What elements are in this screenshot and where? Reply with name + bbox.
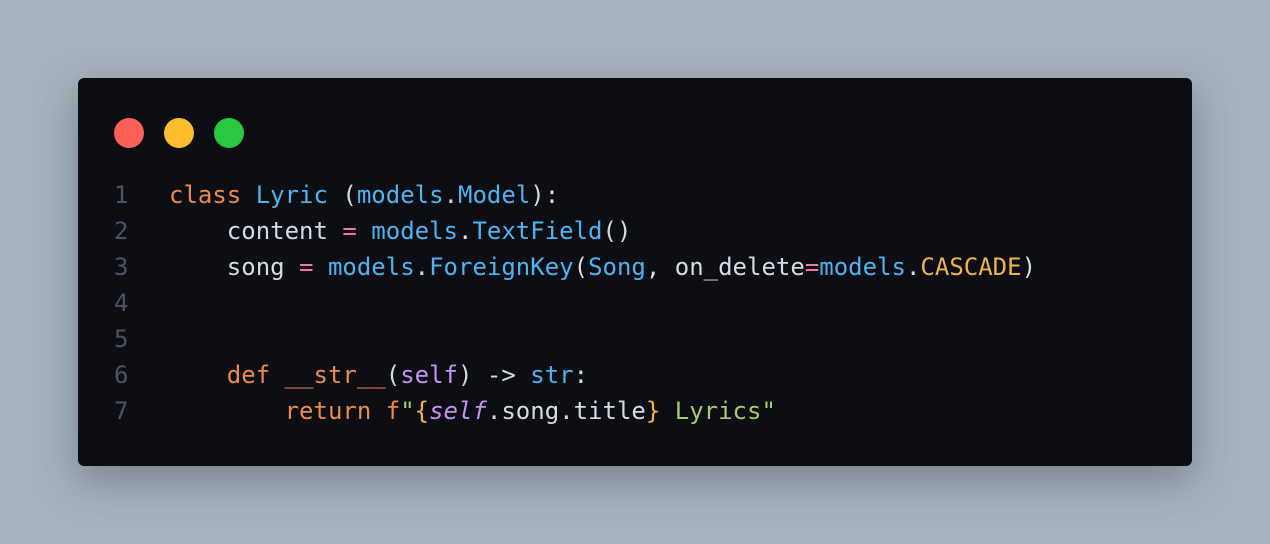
code-token: class (169, 181, 242, 209)
code-token: return (284, 397, 372, 425)
line-number: 3 (114, 253, 129, 281)
line-number: 2 (114, 217, 129, 245)
code-token: = (804, 253, 820, 281)
code-token: content (169, 217, 343, 245)
code-text: song = models.ForeignKey(Song, on_delete… (169, 249, 1036, 285)
code-token: .song.title (486, 397, 646, 425)
code-token: Lyric (255, 181, 328, 209)
code-token: ): (530, 181, 560, 209)
code-token: self (429, 397, 487, 425)
code-line: 1 class Lyric (models.Model): (78, 177, 1192, 213)
code-token: . (443, 181, 459, 209)
code-token: = (342, 217, 357, 245)
code-token: Song (588, 253, 646, 281)
code-token: ( (573, 253, 589, 281)
line-number: 5 (114, 325, 129, 353)
code-token: song (169, 253, 300, 281)
code-token: self (400, 361, 458, 389)
code-text: return f"{self.song.title} Lyrics" (169, 393, 776, 429)
code-token: models (327, 253, 415, 281)
code-window: 1 class Lyric (models.Model): 2 content = … (78, 78, 1192, 466)
code-token: () (602, 217, 632, 245)
code-token: { (414, 397, 430, 425)
code-token: ( (327, 181, 357, 209)
code-block: 1 class Lyric (models.Model): 2 content = … (78, 177, 1192, 429)
code-token: def (226, 361, 271, 389)
window-controls (114, 118, 244, 148)
code-token: Lyrics" (660, 397, 776, 425)
close-dot-icon[interactable] (114, 118, 144, 148)
code-line: 6 def __str__(self) -> str: (78, 357, 1192, 393)
code-token: TextField (472, 217, 603, 245)
code-token: } (645, 397, 661, 425)
code-line: 7 return f"{self.song.title} Lyrics" (78, 393, 1192, 429)
code-token: ( (385, 361, 401, 389)
line-number: 7 (114, 397, 129, 425)
code-token: str (530, 361, 574, 389)
code-text: content = models.TextField() (169, 213, 632, 249)
line-number: 4 (114, 289, 129, 317)
code-token: __str__ (270, 361, 386, 389)
code-token: models (356, 181, 444, 209)
code-token: : (573, 361, 589, 389)
minimize-dot-icon[interactable] (164, 118, 194, 148)
code-token: = (299, 253, 314, 281)
code-token: . (458, 217, 473, 245)
code-token: . (414, 253, 430, 281)
code-token: , on_delete (645, 253, 805, 281)
line-number: 6 (114, 361, 129, 389)
code-text: class Lyric (models.Model): (169, 177, 559, 213)
code-line: 2 content = models.TextField() (78, 213, 1192, 249)
code-token: " (400, 397, 415, 425)
code-token: models (371, 217, 458, 245)
code-token: ) (1021, 253, 1037, 281)
code-token: ForeignKey (429, 253, 574, 281)
code-line: 5 (78, 321, 1192, 357)
code-token: f (385, 397, 401, 425)
code-line: 4 (78, 285, 1192, 321)
line-number: 1 (114, 181, 129, 209)
code-token: . (905, 253, 921, 281)
code-token: CASCADE (920, 253, 1022, 281)
code-token: models (819, 253, 906, 281)
code-line: 3 song = models.ForeignKey(Song, on_dele… (78, 249, 1192, 285)
code-token: Model (458, 181, 531, 209)
code-token: ) -> (458, 361, 531, 389)
code-text: def __str__(self) -> str: (169, 357, 588, 393)
maximize-dot-icon[interactable] (214, 118, 244, 148)
